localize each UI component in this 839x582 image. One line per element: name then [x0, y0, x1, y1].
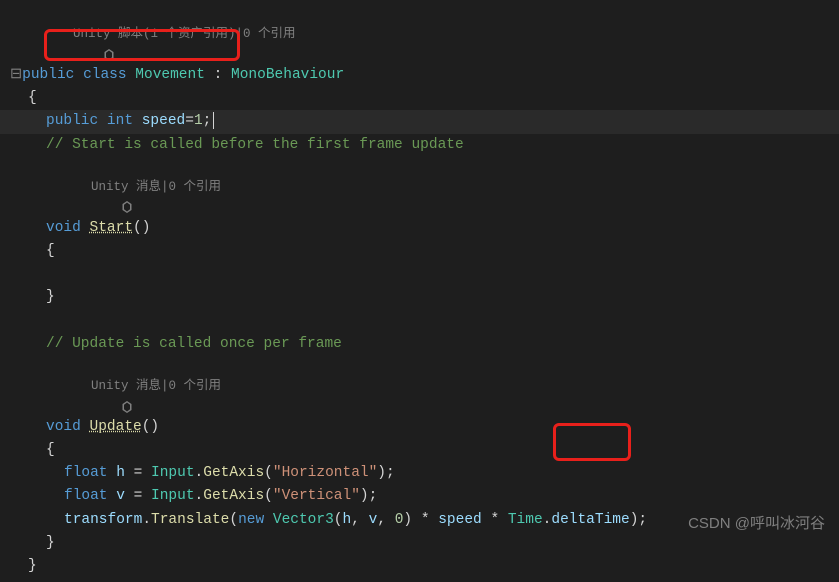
brace-close: }: [0, 555, 839, 578]
text-cursor: [213, 112, 214, 129]
brace-open: {: [0, 87, 839, 110]
collapse-icon[interactable]: ⊟: [10, 67, 22, 83]
code-line-v: float v = Input.GetAxis("Vertical");: [0, 485, 839, 508]
codelens-start: Unity 消息|0 个引用: [0, 157, 839, 217]
start-method-line: void Start(): [0, 217, 839, 240]
unity-icon: [76, 380, 88, 392]
brace-close: }: [0, 532, 839, 555]
unity-icon: [58, 28, 70, 40]
brace-open: {: [0, 240, 839, 263]
comment-start: // Start is called before the first fram…: [0, 134, 839, 157]
codelens-text: Unity 消息|0 个引用: [91, 379, 221, 393]
update-method-line: void Update(): [0, 416, 839, 439]
field-declaration-line: public int speed=1;: [0, 110, 839, 133]
codelens-text: Unity 脚本(1 个资产引用)|0 个引用: [73, 27, 296, 41]
comment-update: // Update is called once per frame: [0, 333, 839, 356]
codelens-update: Unity 消息|0 个引用: [0, 356, 839, 416]
code-editor[interactable]: Unity 脚本(1 个资产引用)|0 个引用 ⊟public class Mo…: [0, 0, 839, 582]
empty-line: [0, 310, 839, 333]
code-line-h: float h = Input.GetAxis("Horizontal");: [0, 462, 839, 485]
codelens-script: Unity 脚本(1 个资产引用)|0 个引用: [0, 4, 839, 64]
brace-open: {: [0, 439, 839, 462]
brace-close: }: [0, 286, 839, 309]
class-declaration-line: ⊟public class Movement : MonoBehaviour: [0, 64, 839, 87]
codelens-text: Unity 消息|0 个引用: [91, 180, 221, 194]
empty-line: [0, 263, 839, 286]
unity-icon: [76, 180, 88, 192]
watermark: CSDN @呼叫冰河谷: [688, 512, 825, 533]
